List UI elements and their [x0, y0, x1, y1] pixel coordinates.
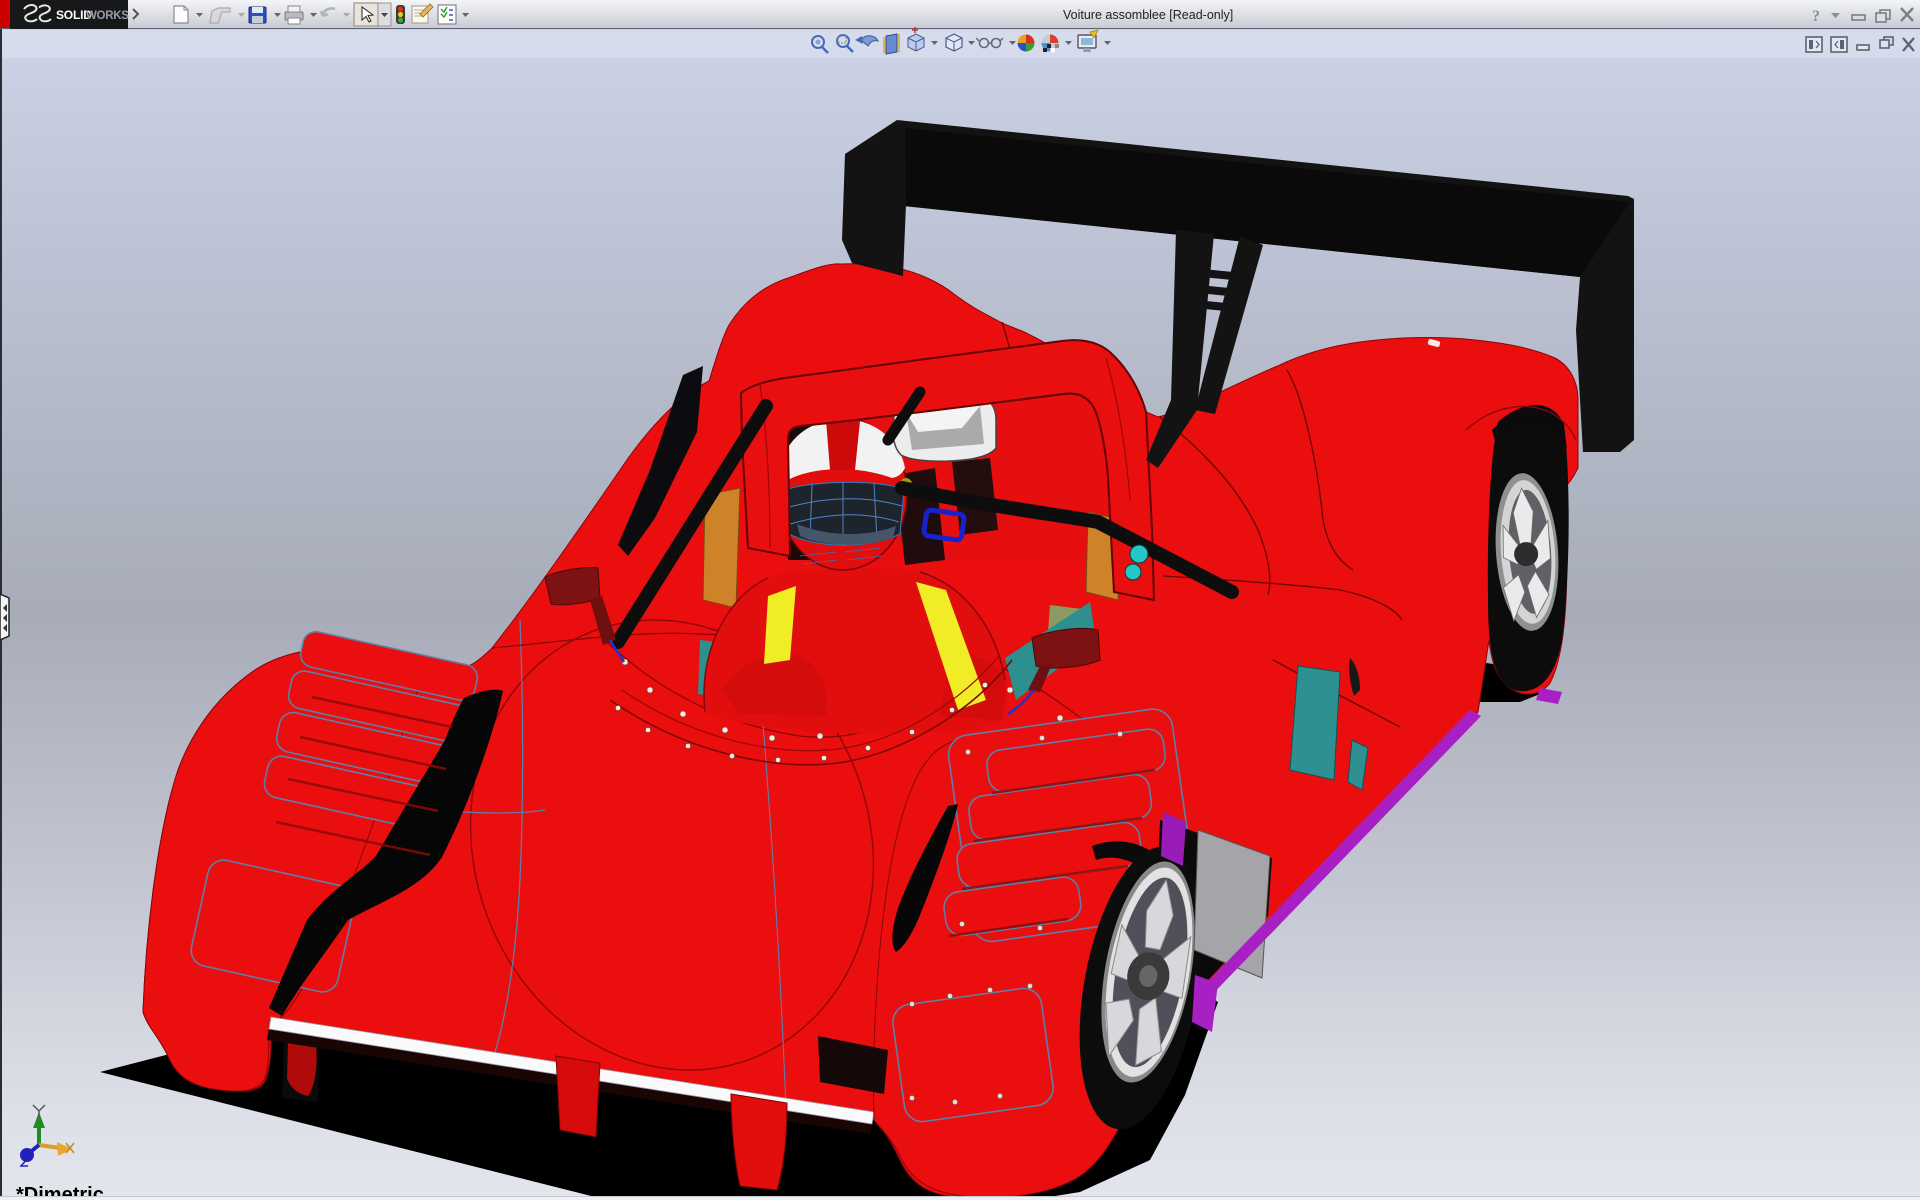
svg-text:WORKS: WORKS: [86, 10, 129, 22]
svg-text:?: ?: [1812, 8, 1820, 25]
svg-text:Voiture assomblee [Read-only]: Voiture assomblee [Read-only]: [1063, 8, 1233, 22]
